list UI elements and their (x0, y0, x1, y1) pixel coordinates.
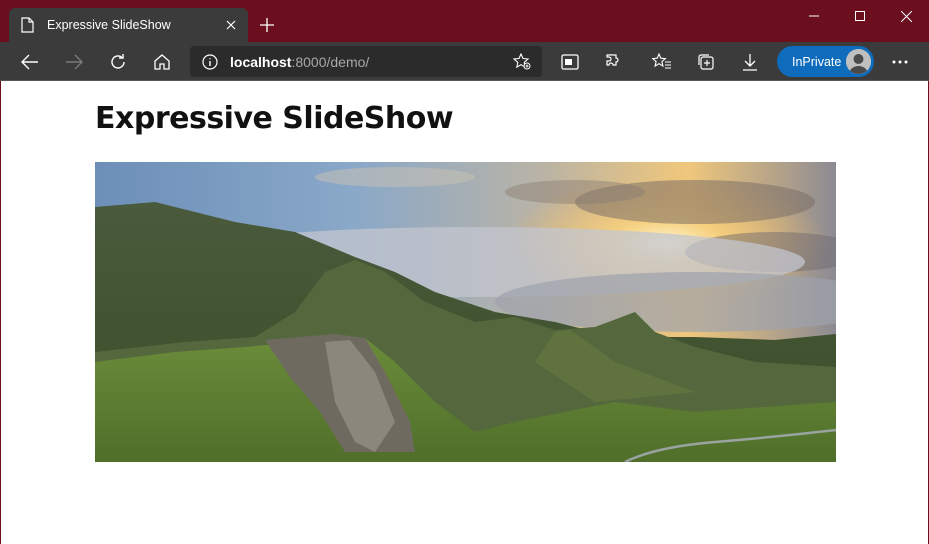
inprivate-label: InPrivate (792, 54, 842, 69)
extensions-icon[interactable] (598, 46, 630, 78)
url-text[interactable]: localhost:8000/demo/ (230, 54, 502, 70)
add-favorite-icon[interactable] (502, 46, 542, 77)
page-content: Expressive SlideShow (0, 81, 929, 544)
back-button[interactable] (14, 46, 46, 78)
downloads-icon[interactable] (734, 46, 766, 78)
inprivate-button[interactable]: InPrivate (777, 46, 874, 77)
more-options-icon[interactable] (884, 46, 916, 78)
window-controls (791, 0, 929, 32)
immersive-reader-icon[interactable] (554, 46, 586, 78)
close-window-button[interactable] (883, 0, 929, 32)
collections-icon[interactable] (690, 46, 722, 78)
home-button[interactable] (146, 46, 178, 78)
page-title: Expressive SlideShow (95, 101, 454, 136)
url-host: localhost (230, 53, 292, 70)
browser-tab[interactable]: Expressive SlideShow (9, 8, 248, 42)
site-info-icon[interactable] (190, 46, 230, 77)
forward-button[interactable] (58, 46, 90, 78)
new-tab-button[interactable] (254, 12, 280, 38)
title-bar: Expressive SlideShow (0, 0, 929, 42)
page-icon (21, 17, 34, 33)
profile-avatar-icon (846, 49, 871, 74)
url-path: :8000/demo/ (291, 53, 370, 70)
browser-toolbar: localhost:8000/demo/ InPrivate (0, 42, 929, 81)
maximize-button[interactable] (837, 0, 883, 32)
address-bar[interactable]: localhost:8000/demo/ (190, 46, 542, 77)
favorites-icon[interactable] (646, 46, 678, 78)
tab-title: Expressive SlideShow (47, 18, 171, 32)
refresh-button[interactable] (102, 46, 134, 78)
minimize-button[interactable] (791, 0, 837, 32)
close-tab-icon[interactable] (214, 8, 248, 42)
slideshow-image[interactable] (95, 162, 836, 462)
